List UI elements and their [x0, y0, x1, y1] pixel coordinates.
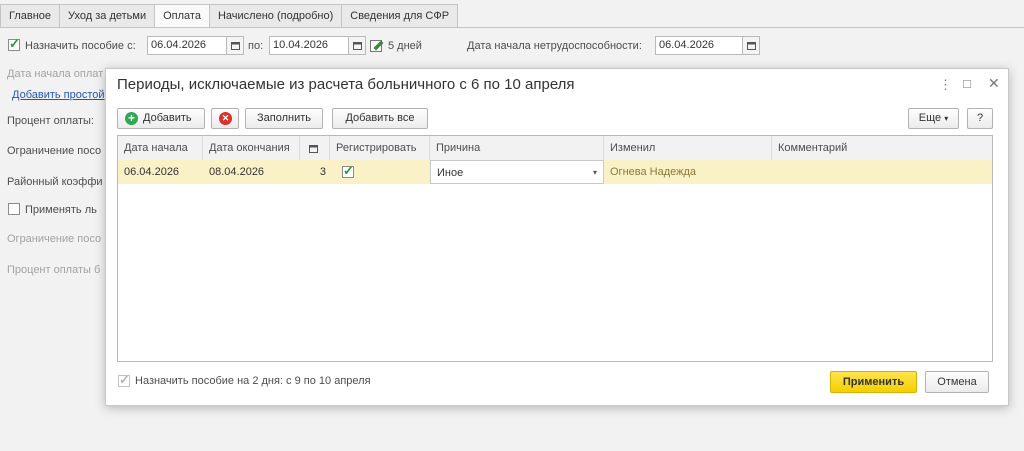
- limit2-label: Ограничение посо: [7, 233, 102, 245]
- excluded-periods-dialog: Периоды, исключаемые из расчета больничн…: [105, 68, 1009, 406]
- calendar-button[interactable]: [348, 36, 366, 55]
- assign-benefit-label: Назначить пособие с:: [25, 40, 136, 52]
- checkmark-icon: ✓: [343, 163, 354, 178]
- tab-childcare[interactable]: Уход за детьми: [59, 4, 155, 28]
- delete-icon: ✕: [219, 112, 232, 125]
- cell-days: 3: [319, 166, 326, 178]
- tab-sfr-info[interactable]: Сведения для СФР: [341, 4, 459, 28]
- reason-select[interactable]: Иное ▾: [430, 160, 604, 184]
- tab-main[interactable]: Главное: [0, 4, 60, 28]
- apply-benefits-label: Применять ль: [25, 204, 97, 216]
- reason-value: Иное: [437, 167, 464, 179]
- tab-payment[interactable]: Оплата: [154, 4, 209, 28]
- chevron-down-icon: ▾: [944, 114, 949, 123]
- cell-changed-by: Огнева Надежда: [610, 166, 697, 178]
- add-downtime-link[interactable]: Добавить простой: [12, 89, 105, 101]
- assign-footer-text: Назначить пособие на 2 дня: с 9 по 10 ап…: [135, 375, 371, 387]
- assign-footer-checkbox: ✓: [118, 372, 130, 387]
- cell-end-date[interactable]: 08.04.2026: [203, 160, 300, 184]
- col-end-date[interactable]: Дата окончания: [203, 136, 300, 160]
- date-from-field[interactable]: 06.04.2026: [147, 36, 227, 55]
- calendar-icon: [353, 42, 362, 50]
- days-count: 5 дней: [388, 40, 422, 52]
- checkmark-icon: ✓: [9, 36, 20, 51]
- col-start-date[interactable]: Дата начала: [118, 136, 203, 160]
- cell-register[interactable]: ✓: [330, 160, 430, 184]
- tab-bar: Главное Уход за детьми Оплата Начислено …: [0, 4, 459, 28]
- delete-button[interactable]: ✕: [211, 108, 239, 129]
- incapacity-start-field[interactable]: 06.04.2026: [655, 36, 743, 55]
- tab-accrued-detailed[interactable]: Начислено (подробно): [208, 4, 342, 28]
- payment-percent-label: Процент оплаты:: [7, 115, 94, 127]
- tab-divider: [0, 27, 1024, 28]
- col-comment[interactable]: Комментарий: [772, 136, 992, 160]
- date-to-field[interactable]: 10.04.2026: [269, 36, 349, 55]
- fill-button[interactable]: Заполнить: [245, 108, 323, 129]
- table-row[interactable]: 06.04.2026 08.04.2026 3 ✓ Иное ▾ Огнева …: [118, 160, 992, 184]
- benefit-limit-label: Ограничение посо: [7, 145, 102, 157]
- incapacity-start-label: Дата начала нетрудоспособности:: [467, 40, 642, 52]
- edit-days-icon[interactable]: [370, 38, 384, 52]
- add-button[interactable]: + Добавить: [117, 108, 205, 129]
- plus-icon: +: [125, 112, 138, 125]
- checkmark-icon: ✓: [119, 372, 130, 387]
- apply-button[interactable]: Применить: [830, 371, 917, 393]
- assign-benefit-checkbox[interactable]: ✓: [8, 36, 20, 51]
- table-header: Дата начала Дата окончания Регистрироват…: [118, 136, 992, 161]
- more-button-label: Еще: [918, 112, 942, 124]
- add-button-label: Добавить: [143, 112, 192, 124]
- calendar-icon: [231, 42, 240, 50]
- add-all-button[interactable]: Добавить все: [332, 108, 428, 129]
- calendar-button[interactable]: [226, 36, 244, 55]
- calendar-icon: [309, 145, 318, 153]
- to-label: по:: [248, 40, 264, 52]
- more-button[interactable]: Еще ▾: [908, 108, 959, 129]
- close-icon[interactable]: ✕: [988, 75, 1000, 92]
- maximize-icon[interactable]: □: [963, 76, 971, 91]
- help-button[interactable]: ?: [967, 108, 993, 129]
- col-changed-by[interactable]: Изменил: [604, 136, 772, 160]
- register-checkbox[interactable]: ✓: [342, 163, 354, 178]
- dialog-title: Периоды, исключаемые из расчета больничн…: [117, 76, 575, 93]
- apply-benefits-checkbox[interactable]: [8, 203, 20, 215]
- more-menu-icon[interactable]: ⋮: [939, 77, 952, 93]
- calendar-icon: [747, 42, 756, 50]
- regional-coef-label: Районный коэффи: [7, 176, 103, 188]
- payment-start-label: Дата начала оплат: [7, 68, 104, 80]
- dropdown-arrow-icon[interactable]: ▾: [593, 161, 597, 185]
- col-days[interactable]: [300, 136, 330, 160]
- cell-start-date[interactable]: 06.04.2026: [118, 160, 203, 184]
- cell-comment[interactable]: [772, 160, 992, 184]
- calendar-button[interactable]: [742, 36, 760, 55]
- periods-table: Дата начала Дата окончания Регистрироват…: [117, 135, 993, 362]
- cancel-button[interactable]: Отмена: [925, 371, 989, 393]
- col-register[interactable]: Регистрировать: [330, 136, 430, 160]
- col-reason[interactable]: Причина: [430, 136, 604, 160]
- payment-percent2-label: Процент оплаты б: [7, 264, 101, 276]
